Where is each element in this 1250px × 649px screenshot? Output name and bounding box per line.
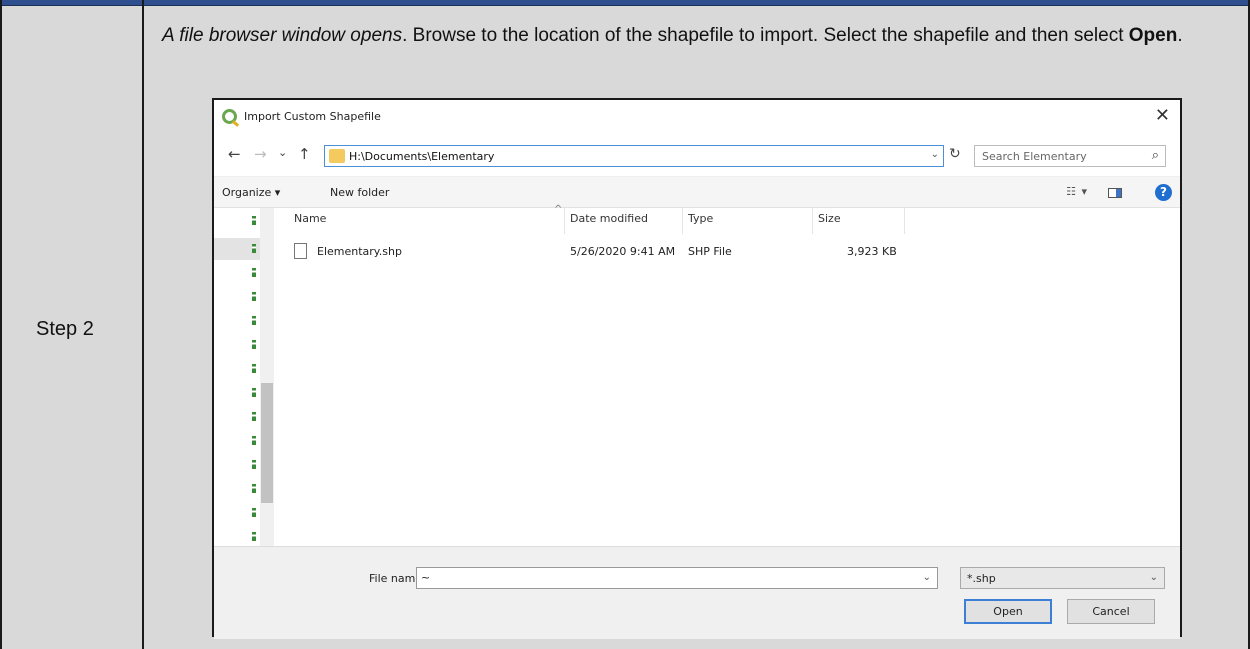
close-button[interactable]: ✕ (1155, 105, 1170, 126)
folder-icon (329, 149, 345, 163)
file-date: 5/26/2020 9:41 AM (570, 245, 676, 258)
file-name: Elementary.shp (317, 245, 402, 258)
address-path: H:\Documents\Elementary (349, 150, 495, 163)
column-divider[interactable] (812, 208, 813, 234)
forward-button[interactable]: → (254, 145, 267, 163)
file-type: SHP File (688, 245, 732, 258)
column-divider[interactable] (904, 208, 905, 234)
sort-ascending-icon: ^ (554, 204, 563, 215)
address-bar[interactable]: H:\Documents\Elementary ⌄ (324, 145, 944, 167)
navigation-pane (214, 208, 274, 548)
chevron-down-icon[interactable]: ⌄ (1150, 572, 1158, 583)
nav-item-icon[interactable] (252, 340, 256, 349)
instruction-text: A file browser window opens. Browse to t… (162, 22, 1242, 50)
recent-locations-button[interactable]: ⌄ (278, 146, 287, 159)
back-button[interactable]: ← (228, 145, 241, 163)
column-header-size[interactable]: Size (818, 212, 841, 225)
nav-item-icon[interactable] (252, 216, 256, 225)
nav-item-icon[interactable] (252, 268, 256, 277)
table-row[interactable]: Elementary.shp 5/26/2020 9:41 AM SHP Fil… (274, 242, 1074, 262)
address-row: ← → ⌄ ↑ H:\Documents\Elementary ⌄ ↻ Sear… (214, 140, 1180, 170)
file-name-field[interactable]: ~ ⌄ (416, 567, 938, 589)
dialog-footer: File name: ~ ⌄ *.shp ⌄ Open Cancel (214, 546, 1180, 639)
dialog-title: Import Custom Shapefile (244, 110, 381, 123)
up-button[interactable]: ↑ (298, 145, 311, 163)
navigation-scrollbar[interactable] (260, 208, 274, 548)
instruction-body: . Browse to the location of the shapefil… (402, 25, 1129, 46)
table-border-left (0, 0, 2, 649)
nav-item-icon[interactable] (252, 412, 256, 421)
search-placeholder: Search Elementary (982, 150, 1087, 163)
file-type-filter-value: *.shp (967, 572, 996, 585)
qgis-logo-icon (222, 109, 237, 124)
table-border-column (142, 0, 144, 649)
organize-button[interactable]: Organize ▾ (222, 186, 280, 199)
search-input[interactable]: Search Elementary ⌕ (974, 145, 1166, 167)
nav-item-icon[interactable] (252, 316, 256, 325)
column-header-name[interactable]: Name (294, 212, 326, 225)
file-icon (294, 243, 307, 259)
new-folder-button[interactable]: New folder (330, 186, 389, 199)
nav-item-icon[interactable] (252, 436, 256, 445)
help-icon[interactable]: ? (1155, 184, 1172, 201)
chevron-down-icon[interactable]: ⌄ (931, 149, 939, 160)
file-dialog: Import Custom Shapefile ✕ ← → ⌄ ↑ H:\Doc… (212, 98, 1182, 639)
nav-item-icon[interactable] (252, 292, 256, 301)
file-type-filter[interactable]: *.shp ⌄ (960, 567, 1165, 589)
chevron-down-icon[interactable]: ⌄ (923, 572, 931, 583)
table-header-bar (0, 0, 1250, 6)
cancel-button[interactable]: Cancel (1067, 599, 1155, 624)
nav-item-icon[interactable] (252, 244, 256, 253)
file-name-value: ~ (421, 571, 431, 584)
scrollbar-thumb[interactable] (261, 383, 273, 503)
column-divider[interactable] (564, 208, 565, 234)
refresh-button[interactable]: ↻ (949, 146, 961, 162)
dialog-toolbar: Organize ▾ New folder ☷ ▾ ? (214, 176, 1180, 208)
dialog-titlebar[interactable]: Import Custom Shapefile ✕ (214, 100, 1180, 134)
instruction-italic: A file browser window opens (162, 25, 403, 46)
column-header-date[interactable]: Date modified (570, 212, 648, 225)
column-divider[interactable] (682, 208, 683, 234)
nav-item-icon[interactable] (252, 508, 256, 517)
instruction-end: . (1177, 25, 1183, 46)
nav-item-icon[interactable] (252, 532, 256, 541)
column-header-type[interactable]: Type (688, 212, 713, 225)
preview-pane-icon[interactable] (1108, 188, 1122, 198)
nav-item-icon[interactable] (252, 460, 256, 469)
instruction-bold: Open (1128, 25, 1178, 46)
file-size: 3,923 KB (847, 245, 897, 258)
view-options-icon[interactable]: ☷ ▾ (1066, 185, 1088, 198)
nav-item-icon[interactable] (252, 484, 256, 493)
open-button[interactable]: Open (964, 599, 1052, 624)
nav-item-icon[interactable] (252, 364, 256, 373)
nav-item-icon[interactable] (252, 388, 256, 397)
step-label: Step 2 (36, 318, 94, 340)
search-icon: ⌕ (1151, 148, 1159, 163)
